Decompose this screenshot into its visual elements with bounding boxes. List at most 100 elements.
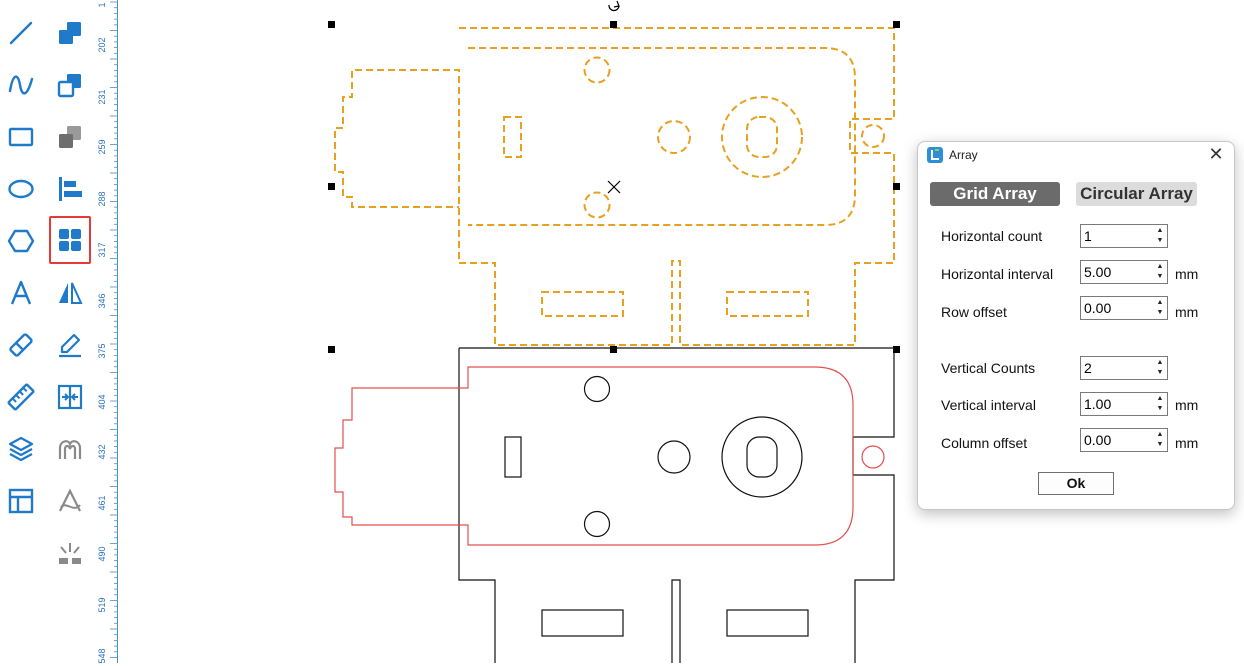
spin-arrows-icon[interactable]: ▲ ▼ xyxy=(1156,298,1164,318)
horizontal-count-spinbox[interactable]: 1 ▲ ▼ xyxy=(1080,224,1168,248)
column-offset-label: Column offset xyxy=(941,435,1028,451)
ruler-label: 259 xyxy=(97,139,107,155)
offset-tool-button[interactable] xyxy=(49,426,91,472)
spin-arrows-icon[interactable]: ▲ ▼ xyxy=(1156,226,1164,246)
vertical-counts-spinbox[interactable]: 2 ▲ ▼ xyxy=(1080,356,1168,380)
layers-tool-button[interactable] xyxy=(0,426,42,472)
ruler-label: 317 xyxy=(97,242,107,258)
selection-handle xyxy=(893,21,900,28)
eraser-tool-button[interactable] xyxy=(0,322,42,368)
vertical-interval-spinbox[interactable]: 1.00 ▲ ▼ xyxy=(1080,392,1168,416)
ruler-label: 490 xyxy=(97,546,107,562)
distribute-icon xyxy=(57,384,83,410)
selected-hole-bottom xyxy=(583,191,611,219)
spin-arrows-icon[interactable]: ▲ ▼ xyxy=(1156,358,1164,378)
ruler-label: 202 xyxy=(97,37,107,53)
layers-icon xyxy=(8,436,34,462)
selection-handle xyxy=(328,346,335,353)
grid-array-icon xyxy=(59,229,81,251)
ruler-label: 548 xyxy=(97,648,107,664)
spin-arrows-icon[interactable]: ▲ ▼ xyxy=(1156,394,1164,414)
ruler-label: 432 xyxy=(97,444,107,460)
column-offset-value[interactable]: 0.00 xyxy=(1084,432,1111,448)
combine-tool-button[interactable] xyxy=(49,10,91,56)
copy-tool-button[interactable] xyxy=(49,62,91,108)
rectangle-tool-button[interactable] xyxy=(0,114,42,160)
ellipse-tool-button[interactable] xyxy=(0,166,42,212)
polygon-tool-button[interactable] xyxy=(0,218,42,264)
align-tool-button[interactable] xyxy=(49,166,91,212)
copy-hole-bottom xyxy=(583,510,611,538)
tab-circular-array[interactable]: Circular Array xyxy=(1076,182,1197,206)
combine-icon xyxy=(59,22,81,44)
horizontal-interval-spinbox[interactable]: 5.00 ▲ ▼ xyxy=(1080,260,1168,284)
copy-slot-left xyxy=(504,436,522,478)
text-tool-button[interactable] xyxy=(0,270,42,316)
selected-hole-large xyxy=(721,96,803,178)
copy-hole-center xyxy=(657,440,691,474)
ok-button[interactable]: Ok xyxy=(1038,472,1114,495)
ruler-label: 231 xyxy=(97,89,107,105)
node-edit-icon xyxy=(59,488,81,512)
spin-arrows-icon[interactable]: ▲ ▼ xyxy=(1156,262,1164,282)
offset-icon xyxy=(58,440,82,459)
tab-grid-array[interactable]: Grid Array xyxy=(930,182,1060,206)
group-icon xyxy=(59,126,81,148)
align-left-icon xyxy=(59,177,82,201)
laser-tool-button[interactable] xyxy=(49,530,91,576)
column-offset-spinbox[interactable]: 0.00 ▲ ▼ xyxy=(1080,428,1168,452)
edit-path-tool-button[interactable] xyxy=(49,322,91,368)
ruler-label: 1 xyxy=(97,2,107,8)
line-tool-button[interactable] xyxy=(0,10,42,56)
vertical-counts-value[interactable]: 2 xyxy=(1084,360,1092,376)
copy-slot-key xyxy=(746,436,778,478)
layout-tool-button[interactable] xyxy=(0,478,42,524)
ellipse-icon xyxy=(8,179,34,199)
selected-slot-left xyxy=(503,116,522,158)
layout-icon xyxy=(8,488,34,514)
app-logo-icon xyxy=(927,147,943,163)
ruler-label: 375 xyxy=(97,343,107,359)
vertical-ruler[interactable]: 1 202 231 259 288 317 346 375 404 432 46… xyxy=(95,0,118,664)
horizontal-interval-value[interactable]: 5.00 xyxy=(1084,264,1111,280)
array-tool-button[interactable] xyxy=(49,216,91,264)
row-offset-value[interactable]: 0.00 xyxy=(1084,300,1111,316)
laser-icon xyxy=(59,543,81,564)
selection-handle xyxy=(610,21,617,28)
vertical-interval-value[interactable]: 1.00 xyxy=(1084,396,1111,412)
selected-slot-bottom-right xyxy=(726,291,809,317)
vertical-counts-label: Vertical Counts xyxy=(941,360,1036,376)
ruler-label: 346 xyxy=(97,293,107,309)
distribute-tool-button[interactable] xyxy=(49,374,91,420)
selection-handle xyxy=(610,346,617,353)
selection-handle xyxy=(328,21,335,28)
row-offset-unit: mm xyxy=(1175,304,1199,320)
node-tool-button[interactable] xyxy=(49,478,91,524)
measure-tool-button[interactable] xyxy=(0,374,42,420)
close-icon[interactable]: ✕ xyxy=(1207,145,1225,163)
center-cross-marker xyxy=(607,180,621,194)
rotate-handle-icon[interactable] xyxy=(608,0,620,12)
row-offset-spinbox[interactable]: 0.00 ▲ ▼ xyxy=(1080,296,1168,320)
line-icon xyxy=(9,21,33,45)
array-copy-part[interactable] xyxy=(458,347,895,663)
copy-hole-top xyxy=(583,375,611,403)
selected-hole-right xyxy=(861,124,885,148)
vertical-interval-unit: mm xyxy=(1175,397,1199,413)
copy-hole-large xyxy=(721,416,803,498)
selected-hole-top xyxy=(583,56,611,84)
curve-icon xyxy=(8,75,34,95)
group-tool-button[interactable] xyxy=(49,114,91,160)
ruler-label: 288 xyxy=(97,191,107,207)
mirror-icon xyxy=(59,282,83,304)
tool-palette xyxy=(0,0,95,663)
text-icon xyxy=(10,280,32,305)
horizontal-count-value[interactable]: 1 xyxy=(1084,228,1092,244)
horizontal-count-label: Horizontal count xyxy=(941,228,1043,244)
mirror-tool-button[interactable] xyxy=(49,270,91,316)
curve-tool-button[interactable] xyxy=(0,62,42,108)
array-dialog: Array ✕ Grid Array Circular Array Horizo… xyxy=(917,141,1235,510)
spin-arrows-icon[interactable]: ▲ ▼ xyxy=(1156,430,1164,450)
edit-path-icon xyxy=(59,333,81,358)
ruler-label: 404 xyxy=(97,394,107,410)
